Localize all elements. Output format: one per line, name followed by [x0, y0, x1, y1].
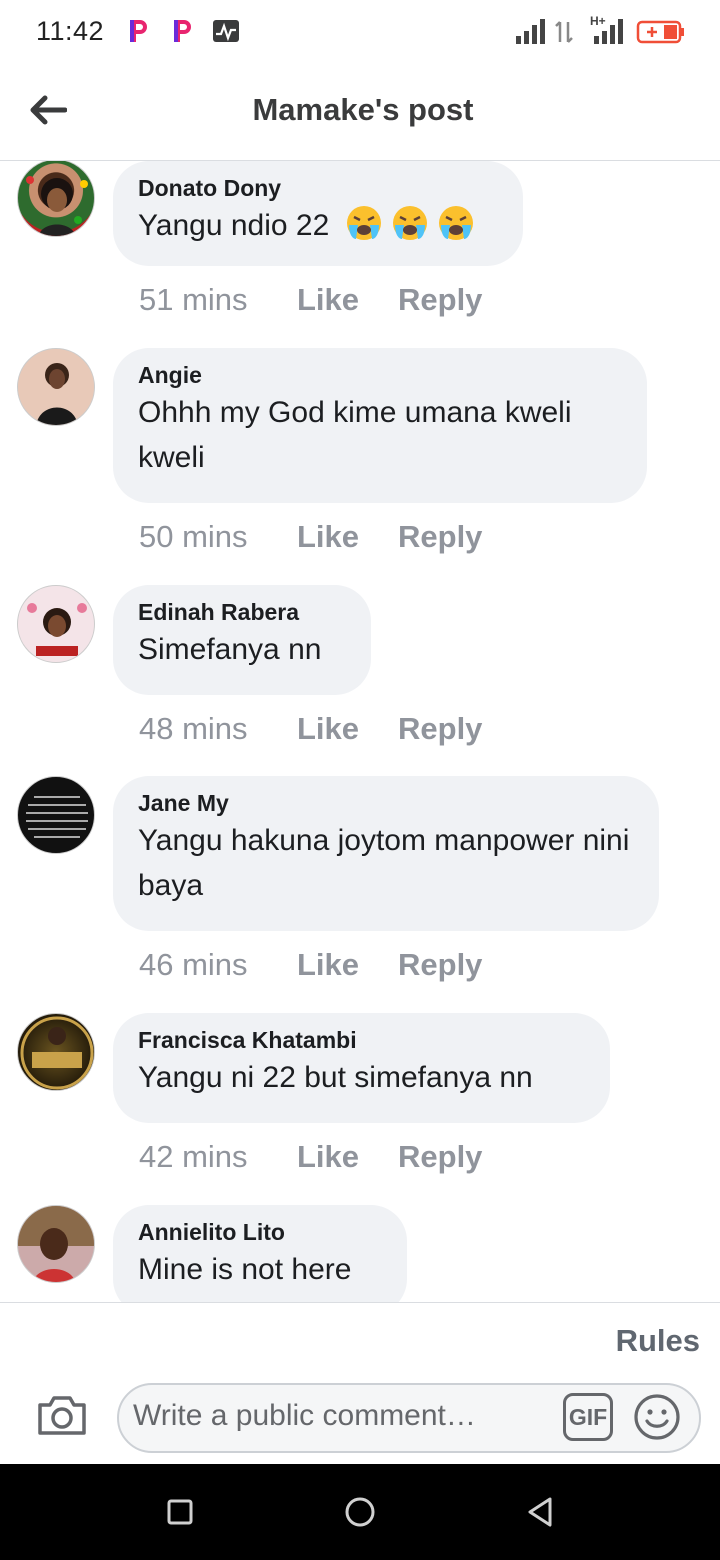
comment-actions: 50 mins Like Reply [139, 517, 482, 557]
comment-time: 48 mins [139, 711, 248, 746]
comment-text-row: Yangu ndio 22 [138, 203, 497, 248]
data-transfer-icon [555, 21, 573, 43]
comment-author[interactable]: Donato Dony [138, 173, 497, 203]
comment-actions: 46 mins Like Reply [139, 945, 482, 985]
loudly-crying-face-icon [346, 206, 381, 240]
loudly-crying-face-icon [392, 206, 427, 240]
avatar-photo [27, 603, 87, 656]
comment-time: 50 mins [139, 519, 248, 554]
p-app-icon [174, 20, 191, 42]
like-button[interactable]: Like [297, 945, 398, 985]
header: Mamake's post [0, 64, 720, 161]
comment-author[interactable]: Francisca Khatambi [138, 1025, 584, 1055]
reply-button[interactable]: Reply [398, 945, 482, 985]
back-triangle-icon[interactable] [522, 1494, 558, 1530]
comment-author[interactable]: Annielito Lito [138, 1217, 381, 1247]
comment-author[interactable]: Angie [138, 360, 621, 390]
avatar-photo [26, 796, 88, 838]
comment-actions: 48 mins Like Reply [139, 709, 482, 749]
loudly-crying-face-icon [438, 206, 473, 240]
battery-charging-icon [636, 20, 684, 44]
like-button[interactable]: Like [297, 517, 398, 557]
signal-icon [516, 19, 545, 44]
reply-button[interactable]: Reply [398, 280, 482, 320]
home-circle-icon[interactable] [342, 1494, 378, 1530]
avatar-photo [26, 176, 88, 236]
comment-actions: 42 mins Like Reply [139, 1137, 482, 1177]
comments-list[interactable]: Donato Dony Yangu ndio 22 51 mins Like Rep… [0, 161, 720, 1302]
comment-bubble[interactable]: Francisca Khatambi Yangu ni 22 but simef… [113, 1013, 610, 1123]
comment-text: Yangu ni 22 but simefanya nn [138, 1061, 533, 1094]
comment-bubble[interactable]: Edinah Rabera Simefanya nn [113, 585, 371, 695]
comment-author[interactable]: Jane My [138, 788, 633, 818]
comment-text: Mine is not here [138, 1253, 352, 1286]
comment-text: Ohhh my God kime umana kweli kweli [138, 396, 572, 474]
like-button[interactable]: Like [297, 1137, 398, 1177]
like-button[interactable]: Like [297, 280, 398, 320]
avatar[interactable] [17, 1205, 95, 1283]
avatar[interactable] [17, 776, 95, 854]
recents-square-icon[interactable] [162, 1494, 198, 1530]
camera-icon[interactable] [36, 1393, 88, 1437]
reply-button[interactable]: Reply [398, 709, 482, 749]
avatar[interactable] [17, 585, 95, 663]
reply-button[interactable]: Reply [398, 517, 482, 557]
avatar[interactable] [17, 161, 95, 237]
system-navigation-bar [0, 1464, 720, 1560]
comment-input-placeholder: Write a public comment… [133, 1399, 476, 1432]
rules-link[interactable]: Rules [616, 1323, 700, 1359]
comment-bubble[interactable]: Angie Ohhh my God kime umana kweli kweli [113, 348, 647, 503]
status-time: 11:42 [36, 16, 105, 46]
comment-author[interactable]: Edinah Rabera [138, 597, 345, 627]
gif-button[interactable]: GIF [563, 1393, 613, 1441]
like-button[interactable]: Like [297, 709, 398, 749]
avatar-photo [36, 363, 78, 425]
comment-actions: 51 mins Like Reply [139, 280, 482, 320]
p-app-icon [130, 20, 147, 42]
network-label: H+ [590, 14, 606, 28]
activity-chart-icon [213, 20, 239, 42]
avatar[interactable] [17, 1013, 95, 1091]
comment-text: Yangu hakuna joytom manpower nini baya [138, 824, 630, 902]
comment-bubble[interactable]: Donato Dony Yangu ndio 22 [113, 161, 523, 266]
comment-footer: Rules Write a public comment… GIF [0, 1302, 720, 1464]
smiley-icon[interactable] [633, 1393, 681, 1441]
comment-bubble[interactable]: Jane My Yangu hakuna joytom manpower nin… [113, 776, 659, 931]
comment-text: Yangu ndio 22 [138, 209, 330, 242]
avatar-photo [18, 1206, 94, 1282]
comment-time: 46 mins [139, 947, 248, 982]
comment-time: 42 mins [139, 1139, 248, 1174]
avatar-photo [20, 1016, 94, 1090]
comment-input[interactable]: Write a public comment… GIF [117, 1383, 701, 1453]
comment-time: 51 mins [139, 282, 248, 317]
reply-button[interactable]: Reply [398, 1137, 482, 1177]
status-bar: 11:42 H+ [0, 0, 720, 64]
page-title: Mamake's post [252, 92, 474, 127]
comment-text: Simefanya nn [138, 633, 322, 666]
avatar[interactable] [17, 348, 95, 426]
comment-bubble[interactable]: Annielito Lito Mine is not here [113, 1205, 407, 1302]
